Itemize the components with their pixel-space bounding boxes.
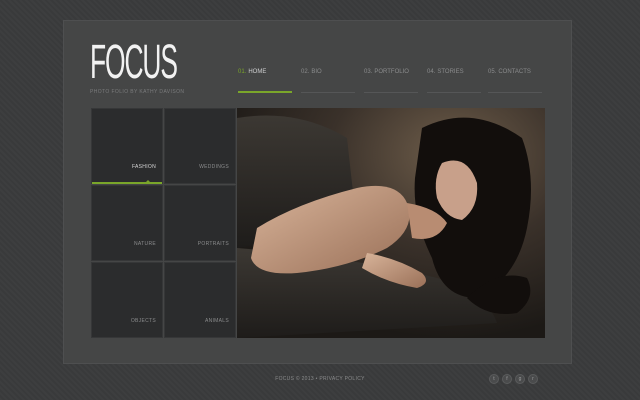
nav-item-bio[interactable]: 02. BIO (301, 67, 355, 93)
category-label: OBJECTS (130, 318, 156, 324)
nav-item-number: 01. (238, 69, 247, 75)
nav-item-label: STORIES (437, 69, 464, 75)
category-label: FASHION (131, 164, 156, 170)
nav-item-label: BIO (311, 69, 322, 75)
category-animals[interactable]: ANIMALS (164, 262, 236, 338)
hero-photo-illustration (237, 108, 545, 338)
category-objects[interactable]: OBJECTS (91, 262, 163, 338)
category-label: PORTRAITS (197, 241, 229, 247)
category-label: NATURE (134, 241, 156, 247)
main-nav: 01. HOME 02. BIO 03. PORTFOLIO 04. STORIES 0… (238, 67, 544, 93)
nav-item-stories[interactable]: 04. STORIES (427, 67, 481, 93)
category-grid: FASHION WEDDINGS NATURE PORTRAITS OBJECT… (91, 108, 237, 338)
footer-text: FOCUS © 2013 • PRIVACY POLICY (275, 376, 365, 382)
nav-item-label: CONTACTS (498, 69, 531, 75)
logo[interactable]: FOCUS (90, 39, 178, 87)
category-label: ANIMALS (204, 318, 229, 324)
main-frame: FOCUS PHOTO FOLIO BY KATHY DAVISON 01. HO… (63, 20, 572, 364)
rss-icon[interactable]: r (528, 374, 538, 384)
twitter-icon[interactable]: t (489, 374, 499, 384)
nav-item-portfolio[interactable]: 03. PORTFOLIO (364, 67, 418, 93)
facebook-icon[interactable]: f (502, 374, 512, 384)
hero-photo (237, 108, 545, 338)
nav-item-label: HOME (248, 69, 267, 75)
category-portraits[interactable]: PORTRAITS (164, 185, 236, 261)
tagline: PHOTO FOLIO BY KATHY DAVISON (90, 89, 185, 95)
google-plus-icon[interactable]: g (515, 374, 525, 384)
category-label: WEDDINGS (199, 164, 229, 170)
nav-item-home[interactable]: 01. HOME (238, 67, 292, 93)
nav-item-number: 03. (364, 69, 373, 75)
social-links: t f g r (489, 374, 538, 384)
category-fashion[interactable]: FASHION (91, 108, 163, 184)
nav-item-number: 05. (488, 69, 497, 75)
nav-item-number: 02. (301, 69, 310, 75)
nav-item-number: 04. (427, 69, 436, 75)
nav-item-label: PORTFOLIO (374, 69, 409, 75)
nav-item-contacts[interactable]: 05. CONTACTS (488, 67, 542, 93)
category-weddings[interactable]: WEDDINGS (164, 108, 236, 184)
category-nature[interactable]: NATURE (91, 185, 163, 261)
